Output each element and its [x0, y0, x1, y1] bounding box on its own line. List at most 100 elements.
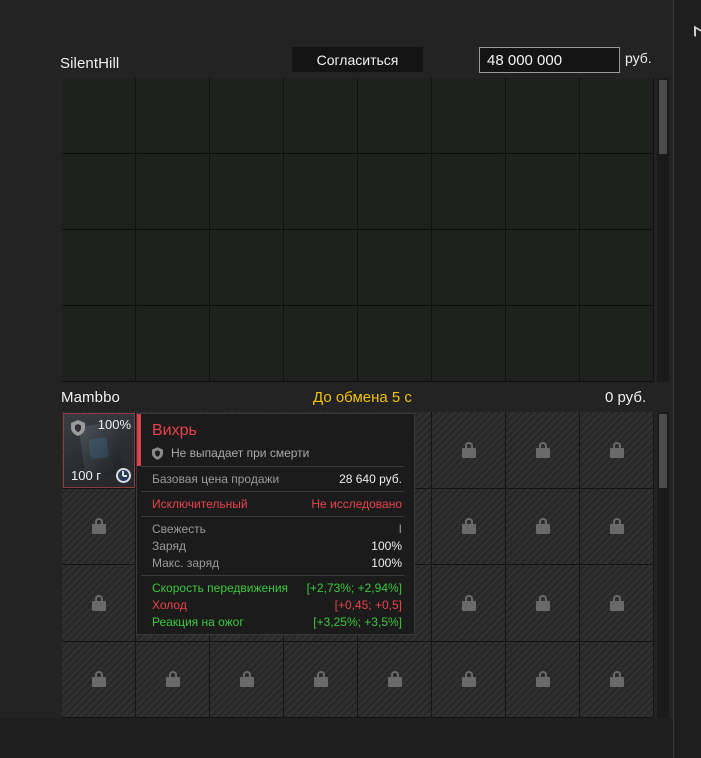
item-tooltip: Вихрь Не выпадает при смерти Базовая цен…	[136, 413, 415, 635]
lock-icon	[91, 594, 106, 611]
stat-row: Холод [+0,45; +0,5]	[152, 597, 402, 614]
max-charge-label: Макс. заряд	[152, 556, 220, 570]
partner-slot[interactable]	[432, 154, 506, 230]
partner-slot[interactable]	[358, 78, 432, 154]
locked-slot[interactable]	[62, 565, 136, 642]
partner-slot[interactable]	[284, 306, 358, 382]
partner-slot[interactable]	[136, 78, 210, 154]
partner-slot[interactable]	[432, 78, 506, 154]
partner-slot[interactable]	[506, 78, 580, 154]
item-weight: 100 г	[71, 468, 102, 483]
locked-slot[interactable]	[432, 412, 506, 489]
lock-icon	[609, 594, 624, 611]
partner-slot[interactable]	[284, 154, 358, 230]
lock-icon	[535, 671, 550, 688]
stat-value: [+2,73%; +2,94%]	[306, 581, 402, 595]
lock-icon	[387, 671, 402, 688]
locked-slot[interactable]	[506, 412, 580, 489]
trade-timer: До обмена 5 с	[313, 389, 412, 406]
lock-icon	[461, 671, 476, 688]
partner-slot[interactable]	[210, 306, 284, 382]
lock-icon	[535, 518, 550, 535]
accept-button[interactable]: Согласиться	[292, 47, 423, 72]
charge-value: 100%	[371, 539, 402, 553]
research-status: Не исследовано	[311, 497, 402, 511]
partner-name: SilentHill	[60, 55, 120, 72]
rarity-label: Исключительный	[152, 497, 248, 511]
partner-slot[interactable]	[580, 306, 654, 382]
partner-slot[interactable]	[136, 230, 210, 306]
locked-slot[interactable]	[284, 641, 358, 718]
partner-slot[interactable]	[210, 230, 284, 306]
partner-scrollbar-thumb[interactable]	[659, 80, 667, 154]
divider	[141, 491, 404, 492]
locked-slot[interactable]	[62, 488, 136, 565]
partner-slot[interactable]	[358, 230, 432, 306]
max-charge-row: Макс. заряд 100%	[152, 555, 402, 572]
partner-slot[interactable]	[432, 230, 506, 306]
partner-slot[interactable]	[62, 154, 136, 230]
own-scrollbar-thumb[interactable]	[659, 414, 667, 488]
partner-slot[interactable]	[62, 78, 136, 154]
currency-label: руб.	[625, 50, 652, 66]
partner-slot[interactable]	[62, 306, 136, 382]
locked-slot[interactable]	[358, 641, 432, 718]
drop-note: Не выпадает при смерти	[171, 446, 310, 460]
locked-slot[interactable]	[432, 641, 506, 718]
partner-slot[interactable]	[506, 230, 580, 306]
partner-slot[interactable]	[580, 230, 654, 306]
partner-slot[interactable]	[358, 154, 432, 230]
stat-value: [+3,25%; +3,5%]	[313, 615, 402, 629]
locked-slot[interactable]	[506, 641, 580, 718]
clock-icon	[116, 468, 131, 483]
locked-slot[interactable]	[62, 641, 136, 718]
stat-row: Скорость передвижения [+2,73%; +2,94%]	[152, 580, 402, 597]
partner-slot[interactable]	[506, 154, 580, 230]
locked-slot[interactable]	[432, 488, 506, 565]
partner-slot[interactable]	[580, 78, 654, 154]
partner-slot[interactable]	[62, 230, 136, 306]
locked-slot[interactable]	[580, 565, 654, 642]
money-offer-input[interactable]	[479, 47, 620, 73]
partner-slot[interactable]	[210, 154, 284, 230]
lock-icon	[165, 671, 180, 688]
freshness-row: Свежесть I	[152, 521, 402, 538]
locked-slot[interactable]	[432, 565, 506, 642]
locked-slot[interactable]	[506, 488, 580, 565]
rarity-accent-bar	[137, 414, 141, 466]
charge-label: Заряд	[152, 539, 186, 553]
locked-slot[interactable]	[580, 641, 654, 718]
lock-icon	[535, 441, 550, 458]
partner-slot[interactable]	[136, 154, 210, 230]
partner-slot[interactable]	[432, 306, 506, 382]
partner-slot[interactable]	[580, 154, 654, 230]
locked-slot[interactable]	[210, 641, 284, 718]
lock-icon	[609, 518, 624, 535]
max-charge-value: 100%	[371, 556, 402, 570]
locked-slot[interactable]	[136, 641, 210, 718]
stat-row: Реакция на ожог [+3,25%; +3,5%]	[152, 614, 402, 631]
partner-slot[interactable]	[284, 230, 358, 306]
bottom-frame	[0, 718, 673, 758]
item-slot-vikhr[interactable]: 100% 100 г	[63, 413, 135, 488]
item-durability: 100%	[97, 417, 131, 432]
tooltip-title: Вихрь	[152, 422, 197, 439]
partner-slot[interactable]	[506, 306, 580, 382]
lock-icon	[461, 518, 476, 535]
partner-slot[interactable]	[284, 78, 358, 154]
locked-slot[interactable]	[580, 412, 654, 489]
locked-slot[interactable]	[580, 488, 654, 565]
partner-inventory-grid	[62, 78, 654, 382]
base-price-label: Базовая цена продажи	[152, 472, 280, 486]
shield-icon	[152, 447, 163, 460]
divider	[141, 466, 404, 467]
base-price-value: 28 640 руб.	[339, 472, 402, 486]
partner-slot[interactable]	[136, 306, 210, 382]
lock-icon	[239, 671, 254, 688]
divider	[141, 516, 404, 517]
stat-label: Холод	[152, 598, 187, 612]
partner-slot[interactable]	[210, 78, 284, 154]
lock-icon	[609, 671, 624, 688]
locked-slot[interactable]	[506, 565, 580, 642]
partner-slot[interactable]	[358, 306, 432, 382]
